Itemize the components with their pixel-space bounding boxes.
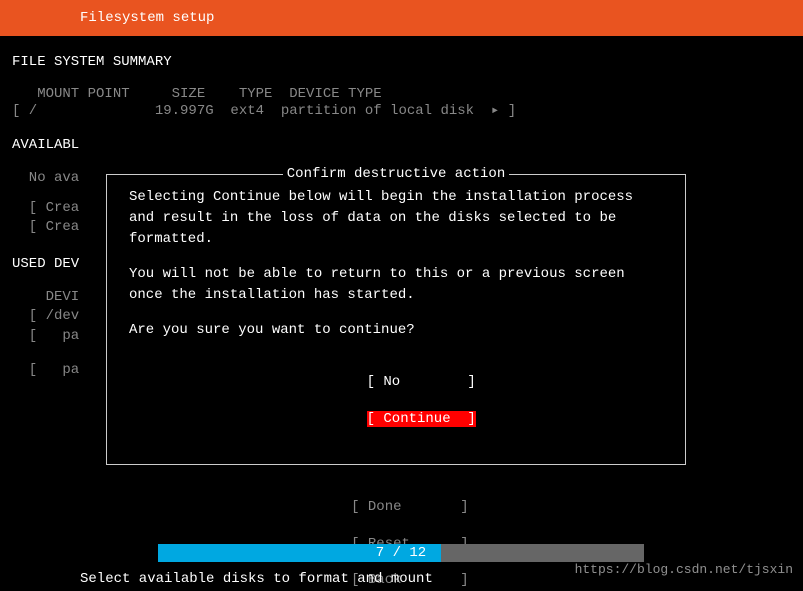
watermark: https://blog.csdn.net/tjsxin	[575, 562, 793, 577]
page-title: Filesystem setup	[80, 10, 214, 26]
footer-instruction: Select available disks to format and mou…	[80, 571, 433, 587]
installer-header: Filesystem setup	[0, 0, 803, 36]
no-button[interactable]: [ No ]	[367, 374, 476, 390]
progress-text: 7 / 12	[158, 544, 644, 562]
continue-button[interactable]: [ Continue ]	[367, 411, 476, 427]
dialog-warning-2: You will not be able to return to this o…	[129, 264, 663, 306]
fs-summary-title: FILE SYSTEM SUMMARY	[12, 54, 791, 70]
available-title: AVAILABL	[12, 137, 791, 153]
confirm-dialog: Confirm destructive action Selecting Con…	[106, 174, 686, 465]
dialog-question: Are you sure you want to continue?	[129, 320, 663, 341]
fs-row[interactable]: [ / 19.997G ext4 partition of local disk…	[12, 102, 791, 119]
dialog-warning-1: Selecting Continue below will begin the …	[129, 187, 663, 250]
progress-bar: 7 / 12	[158, 544, 644, 562]
done-button[interactable]: [ Done ]	[351, 499, 469, 515]
fs-columns: MOUNT POINT SIZE TYPE DEVICE TYPE	[12, 86, 791, 102]
dialog-title: Confirm destructive action	[283, 166, 509, 182]
